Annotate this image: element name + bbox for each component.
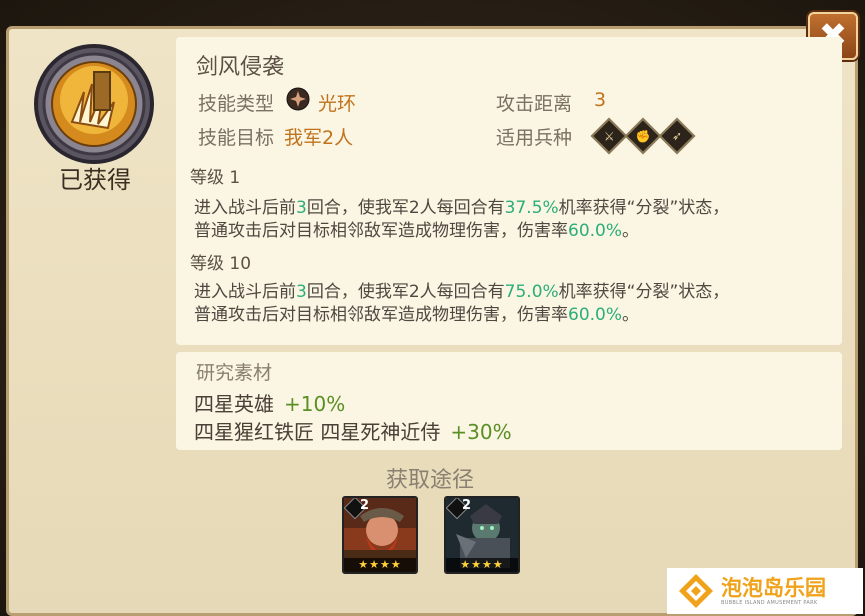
watermark: 泡泡岛乐园 BUBBLE ISLAND AMUSEMENT PARK <box>667 568 863 614</box>
description-text: 进入战斗后前 <box>194 198 296 218</box>
skill-info-box: 剑风侵袭 技能类型 光环 攻击距离 3 技能目标 我军2人 适用兵种 ⚔ ✊ ➶… <box>176 37 842 345</box>
description-text: 机率获得“分裂”状态， <box>558 282 730 302</box>
description-text: 。 <box>622 221 640 241</box>
fist-troop-icon: ✊ <box>624 117 662 155</box>
description-text: 回合，使我军2人每回合有 <box>306 198 505 218</box>
bubble-island-logo <box>679 574 713 608</box>
skill-target-value: 我军2人 <box>284 127 354 149</box>
research-bonus: +10% <box>284 392 346 416</box>
highlight-value: 60.0% <box>568 305 623 325</box>
level-10-line-2: 普通攻击后对目标相邻敌军造成物理伤害，伤害率60.0%。 <box>194 304 834 327</box>
research-item-name: 四星英雄 <box>194 392 274 416</box>
description-text: 机率获得“分裂”状态， <box>558 198 730 218</box>
research-materials-box: 研究素材 四星英雄 +10% 四星猩红铁匠 四星死神近侍 +30% <box>176 352 842 450</box>
description-text: 普通攻击后对目标相邻敌军造成物理伤害，伤害率 <box>194 221 568 241</box>
research-item-name: 四星猩红铁匠 四星死神近侍 <box>194 420 441 444</box>
research-line-2: 四星猩红铁匠 四星死神近侍 +30% <box>194 416 512 445</box>
skill-type-value: 光环 <box>318 93 357 115</box>
hero-card-2[interactable]: 2 ★★★★ <box>444 496 520 574</box>
description-text: 。 <box>622 305 640 325</box>
obtain-methods-title: 获取途径 <box>385 468 474 493</box>
skill-name: 剑风侵袭 <box>196 55 285 80</box>
research-line-1: 四星英雄 +10% <box>194 388 345 417</box>
highlight-value: 75.0% <box>504 282 559 302</box>
level-1-line-2: 普通攻击后对目标相邻敌军造成物理伤害，伤害率60.0%。 <box>194 220 834 243</box>
research-bonus: +30% <box>450 420 512 444</box>
research-title: 研究素材 <box>196 362 273 384</box>
attack-range-value: 3 <box>594 89 607 111</box>
description-text: 回合，使我军2人每回合有 <box>306 282 505 302</box>
description-text: 普通攻击后对目标相邻敌军造成物理伤害，伤害率 <box>194 305 568 325</box>
aura-type-icon <box>286 87 310 111</box>
highlight-value: 3 <box>296 198 307 218</box>
highlight-value: 3 <box>296 282 307 302</box>
bow-troop-icon: ➶ <box>658 117 696 155</box>
hero-card-1[interactable]: 2 ★★★★ <box>342 496 418 574</box>
sword-troop-icon: ⚔ <box>590 117 628 155</box>
troop-icons: ⚔ ✊ ➶ <box>590 117 696 155</box>
hero-stars: ★★★★ <box>446 558 518 572</box>
level-1-line-1: 进入战斗后前3回合，使我军2人每回合有37.5%机率获得“分裂”状态， <box>194 197 834 220</box>
watermark-subtitle: BUBBLE ISLAND AMUSEMENT PARK <box>721 600 818 606</box>
hero-level: 2 <box>360 498 370 513</box>
highlight-value: 60.0% <box>568 221 623 241</box>
troop-type-label: 适用兵种 <box>496 127 573 149</box>
hero-stars: ★★★★ <box>344 558 416 572</box>
skill-type-label: 技能类型 <box>198 93 275 115</box>
level-10-description: 进入战斗后前3回合，使我军2人每回合有75.0%机率获得“分裂”状态， 普通攻击… <box>194 281 834 327</box>
skill-icon <box>32 42 156 166</box>
hero-level: 2 <box>462 498 472 513</box>
level-10-line-1: 进入战斗后前3回合，使我军2人每回合有75.0%机率获得“分裂”状态， <box>194 281 834 304</box>
skill-target-label: 技能目标 <box>198 127 275 149</box>
level-1-description: 进入战斗后前3回合，使我军2人每回合有37.5%机率获得“分裂”状态， 普通攻击… <box>194 197 834 243</box>
obtained-status-label: 已获得 <box>59 166 131 194</box>
attack-range-label: 攻击距离 <box>496 93 573 115</box>
level-1-label: 等级 1 <box>190 168 241 188</box>
description-text: 进入战斗后前 <box>194 282 296 302</box>
level-10-label: 等级 10 <box>190 254 252 274</box>
highlight-value: 37.5% <box>504 198 559 218</box>
watermark-name: 泡泡岛乐园 <box>721 576 826 600</box>
